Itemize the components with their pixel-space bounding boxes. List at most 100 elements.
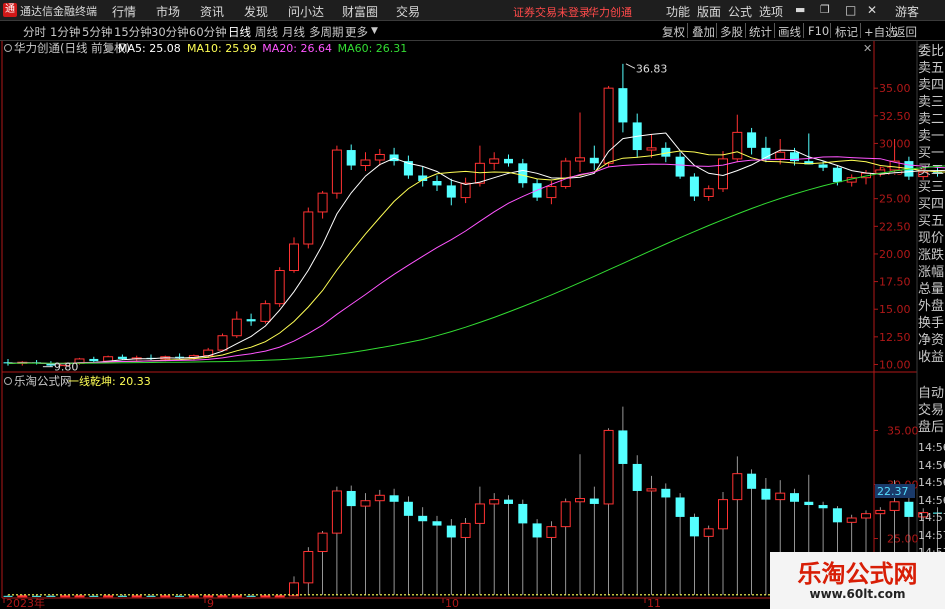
sub-candle-body [904, 501, 914, 517]
watermark: 乐淘公式网 www.60lt.com [770, 552, 945, 609]
y-tick-label: 22.50 [879, 220, 911, 233]
ma60-line [7, 165, 945, 364]
candle-body [246, 319, 256, 322]
kline-chart[interactable]: 35.0032.5030.0027.5025.0022.5020.0017.50… [0, 0, 945, 609]
side-label: 委比 [918, 44, 945, 59]
sub-candle-body [160, 595, 171, 598]
y-tick-label: 35.00 [879, 82, 911, 95]
sub-candle-body [575, 498, 585, 503]
sub-candle-body [74, 595, 85, 598]
candle-body [732, 131, 743, 160]
ma-legend: MA10: 25.99 [187, 42, 257, 55]
side-time: 14:57 [918, 511, 945, 524]
candle-body [89, 358, 99, 362]
sub-candle-body [60, 595, 71, 598]
side-label: 买二 [918, 163, 945, 178]
sub-indicator-legend: 一线乾坤: 20.33 [68, 374, 151, 388]
sub-candle-body [790, 493, 799, 502]
sub-candle-body [175, 595, 185, 597]
sub-candle-body [532, 523, 542, 538]
sub-candle-body [289, 582, 299, 597]
sub-candle-body [131, 595, 142, 598]
candle-body [518, 163, 528, 184]
side-label: 买四 [918, 197, 945, 212]
sub-candle-body [418, 515, 428, 522]
candle-body [432, 181, 442, 186]
high-label: 36.83 [636, 62, 668, 75]
candle-body [360, 159, 371, 167]
side-label: 外盘 [918, 299, 945, 314]
candle-body [289, 243, 299, 272]
side-label: 换手 [918, 316, 945, 331]
watermark-url: www.60lt.com [809, 587, 906, 601]
side-label: 卖五 [918, 61, 945, 76]
sub-candle-body [188, 595, 199, 598]
sub-y-tick-label: 25.00 [887, 533, 919, 546]
side-time: 14:56 [918, 441, 945, 454]
sub-candle-body [389, 495, 399, 502]
sub-candle-body [274, 595, 285, 598]
candle-body [560, 160, 571, 188]
candle-body [474, 162, 485, 184]
sub-candle-body [804, 501, 814, 506]
side-label: 净资 [918, 333, 945, 348]
candle-body [703, 188, 714, 197]
y-tick-label: 25.00 [879, 193, 911, 206]
sub-candle-body [403, 501, 413, 516]
candle-body [460, 182, 471, 199]
candle-body [374, 153, 385, 161]
y-tick-label: 15.00 [879, 303, 911, 316]
sub-candle-body [446, 525, 456, 538]
y-tick-label: 17.50 [879, 276, 911, 289]
side-time: 14:57 [918, 528, 945, 542]
side-status-label: 盘后 [918, 420, 945, 435]
sub-candle-body [518, 503, 528, 524]
watermark-title: 乐淘公式网 [797, 560, 918, 588]
x-tick-label: 10 [445, 597, 459, 609]
side-label: 涨跌 [918, 248, 945, 263]
sub-candle-body [632, 463, 642, 491]
x-tick-label: 9 [207, 597, 214, 609]
sub-candle-body [474, 503, 485, 524]
ma-legend: MA60: 26.31 [338, 42, 408, 55]
sub-candle-body [231, 595, 242, 598]
candle-body [575, 157, 585, 162]
side-label: 卖三 [918, 95, 945, 110]
candle-body [446, 185, 456, 198]
y-tick-label: 12.50 [879, 331, 911, 344]
candle-body [317, 192, 328, 213]
sub-candle-body [117, 595, 127, 597]
x-tick-label: 2023年 [6, 596, 45, 609]
sub-candle-body [346, 490, 356, 507]
ma-legend: MA5: 25.08 [118, 42, 181, 55]
candle-body [346, 150, 356, 166]
side-label: 买五 [918, 214, 945, 229]
side-label: 现价 [918, 231, 945, 246]
candle-body [274, 270, 285, 305]
candle-body [117, 356, 127, 359]
sub-candle-body [832, 508, 842, 523]
sub-candle-body [460, 522, 471, 538]
sub-candle-body [646, 488, 657, 492]
side-time: 14:56 [918, 493, 945, 507]
sub-candle-body [603, 429, 614, 505]
sub-panel-menu-icon [4, 377, 12, 385]
candle-body [818, 164, 828, 168]
sub-candle-body [246, 595, 256, 597]
sub-candle-body [317, 532, 328, 553]
sub-candle-body [546, 526, 557, 538]
candle-body [832, 167, 842, 183]
candle-body [303, 211, 314, 245]
sub-candle-body [303, 551, 314, 584]
candle-body [504, 158, 513, 164]
side-time: 14:56 [918, 476, 945, 489]
sub-candle-body [818, 505, 828, 509]
side-label: 卖一 [918, 129, 945, 144]
sub-candle-body [761, 488, 771, 500]
sub-candle-body [747, 473, 757, 489]
candle-body [546, 186, 557, 199]
candle-body [775, 151, 786, 160]
sub-candle-body [504, 499, 513, 504]
candle-body [618, 88, 628, 123]
candle-body [489, 158, 500, 164]
